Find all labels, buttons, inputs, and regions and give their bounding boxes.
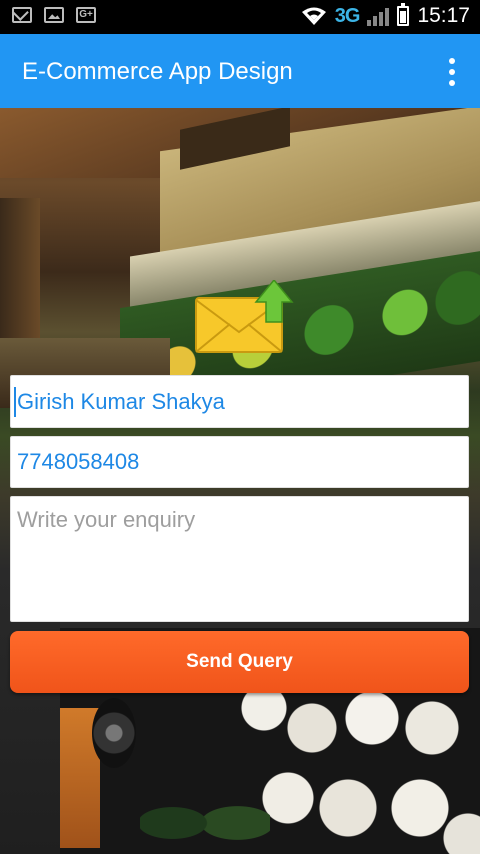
phone-field[interactable] xyxy=(10,436,469,488)
send-query-button[interactable]: Send Query xyxy=(10,631,469,693)
gallery-icon xyxy=(44,7,64,23)
app-title: E-Commerce App Design xyxy=(22,58,293,85)
name-field[interactable] xyxy=(10,375,469,428)
enquiry-input[interactable] xyxy=(11,497,468,621)
app-bar: E-Commerce App Design xyxy=(0,34,480,108)
text-cursor xyxy=(14,387,16,417)
network-type: 3G xyxy=(334,4,361,27)
overflow-menu-icon[interactable] xyxy=(446,58,458,86)
name-input[interactable] xyxy=(11,376,468,427)
battery-icon xyxy=(397,3,410,26)
gmail-icon xyxy=(12,7,32,23)
mail-send-icon xyxy=(194,278,294,354)
google-plus-icon: G+ xyxy=(76,7,96,23)
wifi-icon xyxy=(301,6,327,26)
enquiry-field[interactable] xyxy=(10,496,469,622)
clock: 15:17 xyxy=(417,4,470,27)
status-bar: G+ 3G 15:17 xyxy=(0,0,480,34)
signal-icon xyxy=(367,6,390,26)
phone-input[interactable] xyxy=(11,437,468,487)
